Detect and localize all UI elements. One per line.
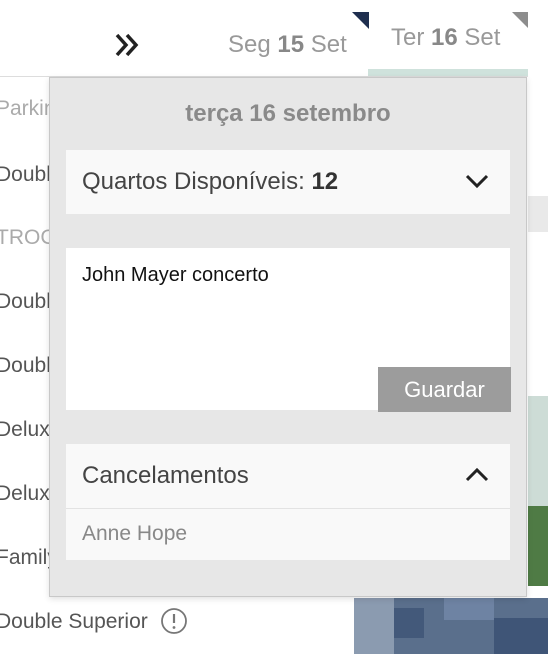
chevron-down-icon bbox=[465, 174, 489, 189]
available-rooms-label: Quartos Disponíveis: 12 bbox=[82, 168, 339, 195]
grid-cell bbox=[528, 396, 548, 506]
selected-day-indicator bbox=[368, 69, 528, 76]
cancellation-item[interactable]: Anne Hope bbox=[82, 522, 187, 546]
available-rooms-count: 12 bbox=[311, 168, 339, 195]
corner-marker bbox=[352, 12, 369, 29]
cancellations-header[interactable]: Cancelamentos bbox=[66, 444, 510, 509]
alert-icon[interactable] bbox=[160, 607, 188, 635]
available-rooms-dropdown[interactable]: Quartos Disponíveis: 12 bbox=[66, 150, 510, 214]
grid-cell bbox=[528, 506, 548, 586]
cancellations-panel: Cancelamentos Anne Hope bbox=[66, 444, 510, 560]
day-column-mon[interactable]: Seg 15 Set bbox=[222, 0, 362, 76]
room-row[interactable]: Double Superior bbox=[0, 610, 148, 634]
day-column-tue-selected[interactable]: Ter 16 Set bbox=[368, 0, 528, 76]
reservation-block bbox=[354, 598, 548, 654]
calendar-grid-edge bbox=[528, 76, 548, 654]
day-label: Seg 15 Set bbox=[228, 31, 347, 58]
double-chevron-right-icon[interactable] bbox=[112, 26, 144, 64]
chevron-up-icon bbox=[465, 467, 489, 482]
day-details-popup: terça 16 setembro Quartos Disponíveis: 1… bbox=[49, 77, 527, 597]
corner-marker bbox=[512, 12, 528, 28]
save-button[interactable]: Guardar bbox=[378, 367, 511, 412]
cancellations-label: Cancelamentos bbox=[82, 462, 249, 489]
grid-cell bbox=[528, 196, 548, 232]
calendar-header: Seg 15 Set Ter 16 Set bbox=[0, 0, 548, 77]
popup-title: terça 16 setembro bbox=[185, 100, 391, 127]
day-label: Ter 16 Set bbox=[391, 24, 501, 51]
